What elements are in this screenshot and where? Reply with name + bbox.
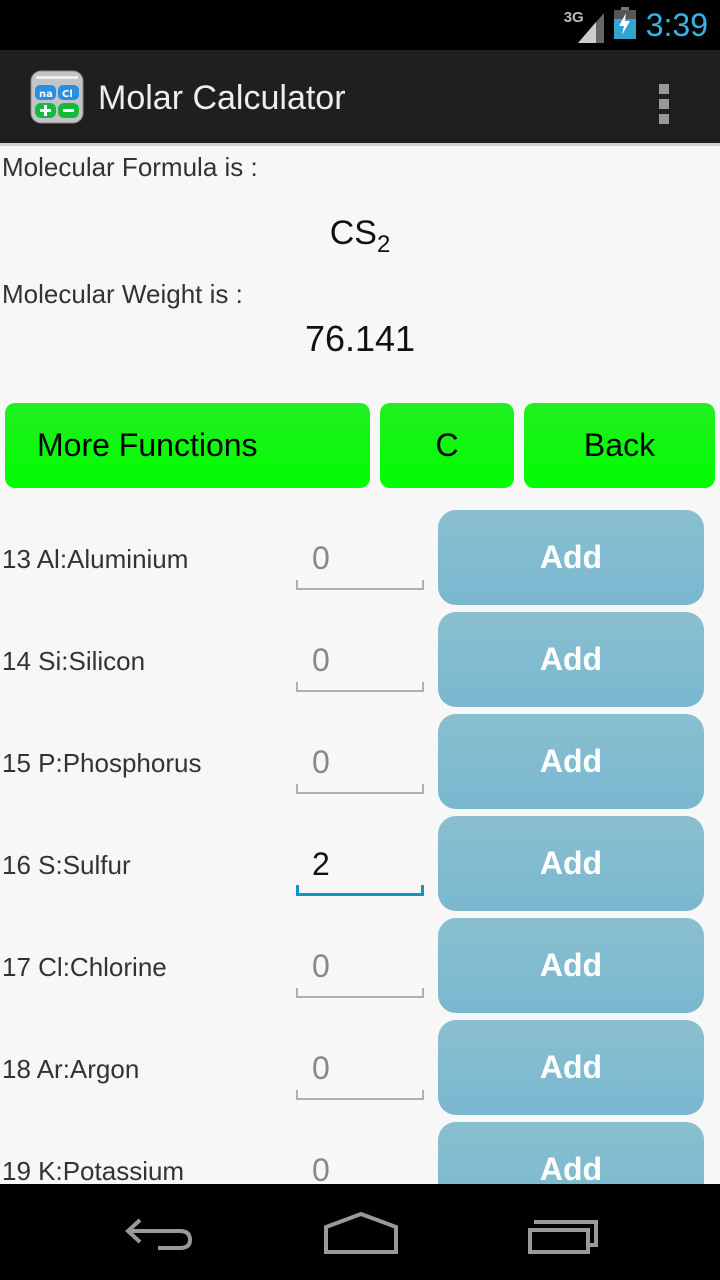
main-content: Molecular Formula is : CS2 Molecular Wei… xyxy=(0,146,720,1184)
element-row: 13 Al:Aluminium 0 Add xyxy=(0,510,720,612)
element-count-value[interactable]: 0 xyxy=(312,948,330,985)
input-underline xyxy=(296,580,424,590)
element-count-value[interactable]: 0 xyxy=(312,1152,330,1184)
element-count-input[interactable]: 0 xyxy=(296,530,424,590)
element-row: 17 Cl:Chlorine 0 Add xyxy=(0,918,720,1020)
input-underline xyxy=(296,1090,424,1100)
clock: 3:39 xyxy=(645,6,708,43)
status-bar: 3G 3:39 xyxy=(0,0,720,50)
add-element-button[interactable]: Add xyxy=(438,612,704,707)
add-element-button[interactable]: Add xyxy=(438,1020,704,1115)
element-label: 19 K:Potassium xyxy=(2,1156,185,1184)
navigation-bar xyxy=(0,1184,720,1280)
element-count-value[interactable]: 0 xyxy=(312,540,330,577)
element-row: 18 Ar:Argon 0 Add xyxy=(0,1020,720,1122)
input-underline xyxy=(296,784,424,794)
element-count-input[interactable]: 0 xyxy=(296,734,424,794)
clear-button[interactable]: C xyxy=(380,403,514,488)
add-element-button[interactable]: Add xyxy=(438,510,704,605)
molar-calculator-app-icon[interactable]: na Cl xyxy=(30,70,84,124)
molecular-weight: 76.141 xyxy=(304,318,416,359)
element-row: 19 K:Potassium 0 Add xyxy=(0,1122,720,1184)
element-count-input[interactable]: 0 xyxy=(296,938,424,998)
element-row: 14 Si:Silicon 0 Add xyxy=(0,612,720,714)
molecular-formula: CS2 xyxy=(0,214,720,259)
element-label: 17 Cl:Chlorine xyxy=(2,952,167,982)
element-count-value[interactable]: 0 xyxy=(312,1050,330,1087)
input-underline xyxy=(296,885,424,896)
formula-main: CS xyxy=(329,214,377,252)
signal-icon: 3G xyxy=(564,7,604,43)
element-label: 18 Ar:Argon xyxy=(2,1054,140,1084)
element-row: 16 S:Sulfur 2 Add xyxy=(0,816,720,918)
add-element-button[interactable]: Add xyxy=(438,714,704,809)
element-label: 13 Al:Aluminium xyxy=(2,544,189,574)
element-label: 15 P:Phosphorus xyxy=(2,748,202,778)
input-underline xyxy=(296,988,424,998)
recents-icon[interactable] xyxy=(512,1204,612,1264)
element-label: 16 S:Sulfur xyxy=(2,850,131,880)
overflow-menu-icon[interactable] xyxy=(650,76,678,124)
back-icon[interactable] xyxy=(110,1204,210,1264)
element-row: 15 P:Phosphorus 0 Add xyxy=(0,714,720,816)
more-functions-button[interactable]: More Functions xyxy=(5,403,370,488)
back-button[interactable]: Back xyxy=(524,403,715,488)
element-label: 14 Si:Silicon xyxy=(2,646,146,676)
battery-charging-icon xyxy=(613,6,636,44)
element-count-input[interactable]: 0 xyxy=(296,1040,424,1100)
formula-subscript: 2 xyxy=(376,230,391,258)
add-element-button[interactable]: Add xyxy=(438,816,704,911)
formula-label: Molecular Formula is : xyxy=(2,152,258,182)
element-count-input[interactable]: 0 xyxy=(296,632,424,692)
weight-label: Molecular Weight is : xyxy=(2,279,243,309)
app-title: Molar Calculator xyxy=(98,79,346,117)
element-count-input[interactable]: 0 xyxy=(296,1142,424,1184)
svg-text:Cl: Cl xyxy=(62,89,73,100)
add-element-button[interactable]: Add xyxy=(438,1122,704,1184)
input-underline xyxy=(296,682,424,692)
element-count-value[interactable]: 0 xyxy=(312,744,330,781)
svg-text:na: na xyxy=(39,89,53,100)
element-count-value[interactable]: 0 xyxy=(312,642,330,679)
add-element-button[interactable]: Add xyxy=(438,918,704,1013)
element-count-input[interactable]: 2 xyxy=(296,836,424,896)
action-bar: na Cl Molar Calculator xyxy=(0,50,720,146)
element-count-value[interactable]: 2 xyxy=(312,846,330,883)
home-icon[interactable] xyxy=(310,1204,410,1264)
